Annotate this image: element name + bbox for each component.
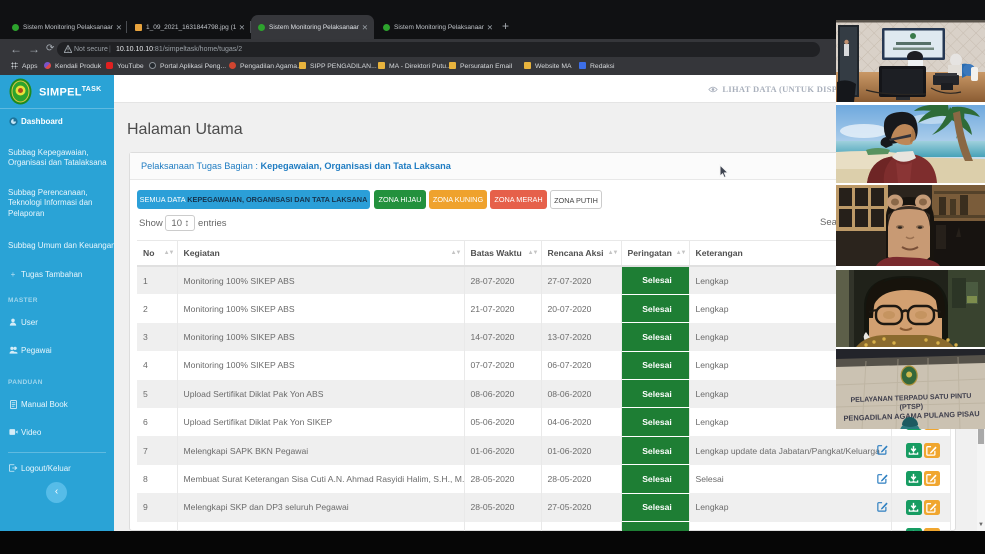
svg-text:(PTSP): (PTSP) [899,401,923,411]
